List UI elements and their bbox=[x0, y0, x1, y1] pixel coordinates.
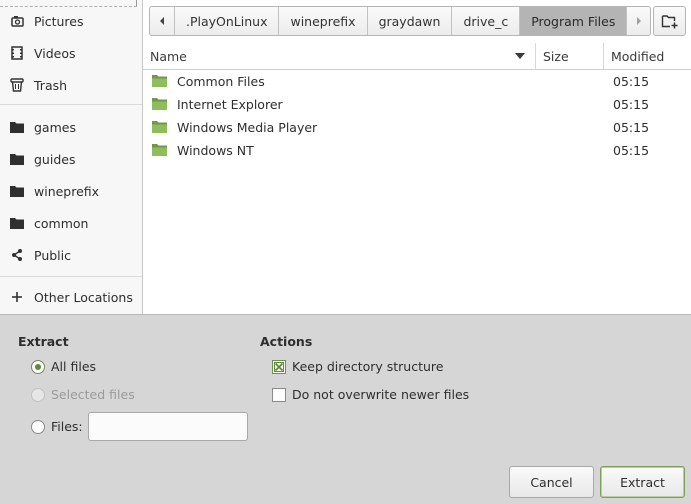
places-sidebar: Pictures Videos Trash games guides winep… bbox=[0, 0, 143, 314]
column-header-modified[interactable]: Modified bbox=[604, 43, 691, 69]
file-modified: 05:15 bbox=[613, 120, 650, 135]
path-segment-wineprefix[interactable]: wineprefix bbox=[278, 7, 366, 35]
radio-button[interactable] bbox=[31, 359, 45, 374]
folder-icon bbox=[151, 143, 168, 160]
file-modified: 05:15 bbox=[613, 74, 650, 89]
checkbox-keep-directory-structure[interactable]: Keep directory structure bbox=[272, 359, 443, 374]
radio-selected-files: Selected files bbox=[31, 387, 135, 402]
folder-icon bbox=[151, 120, 168, 137]
file-row[interactable]: Internet Explorer 05:15 bbox=[143, 93, 691, 116]
sidebar-item-videos[interactable]: Videos bbox=[0, 39, 142, 67]
file-browser: Pictures Videos Trash games guides winep… bbox=[0, 0, 691, 315]
trash-icon bbox=[0, 71, 34, 99]
path-scroll-right-button[interactable] bbox=[626, 7, 650, 35]
file-name: Internet Explorer bbox=[177, 97, 283, 112]
checkbox-do-not-overwrite[interactable]: Do not overwrite newer files bbox=[272, 387, 469, 402]
create-folder-button[interactable] bbox=[653, 6, 686, 36]
column-header-label: Modified bbox=[611, 48, 665, 64]
path-segment-drive-c[interactable]: drive_c bbox=[451, 7, 519, 35]
column-header-label: Size bbox=[543, 48, 569, 64]
extract-section-title: Extract bbox=[18, 334, 69, 349]
film-icon bbox=[0, 39, 34, 67]
sidebar-item-label: guides bbox=[34, 151, 76, 167]
new-folder-icon bbox=[661, 15, 677, 29]
radio-label: Selected files bbox=[51, 387, 135, 402]
path-bar: .PlayOnLinux wineprefix graydawn drive_c… bbox=[149, 6, 652, 36]
chevron-right-icon bbox=[636, 17, 641, 25]
sidebar-item-label: Pictures bbox=[34, 13, 84, 29]
checkbox-label: Do not overwrite newer files bbox=[292, 387, 470, 402]
extract-button[interactable]: Extract bbox=[600, 466, 685, 498]
radio-label: All files bbox=[51, 359, 97, 374]
folder-icon bbox=[0, 177, 34, 205]
column-header-size[interactable]: Size bbox=[536, 43, 604, 69]
column-header-name[interactable]: Name bbox=[143, 43, 536, 69]
file-row[interactable]: Common Files 05:15 bbox=[143, 70, 691, 93]
file-name: Windows NT bbox=[177, 143, 254, 158]
folder-icon bbox=[0, 145, 34, 173]
sidebar-item-wineprefix[interactable]: wineprefix bbox=[0, 177, 142, 205]
sidebar-item-pictures[interactable]: Pictures bbox=[0, 7, 142, 35]
radio-button[interactable] bbox=[31, 419, 45, 434]
camera-icon bbox=[0, 7, 34, 35]
folder-icon bbox=[0, 113, 34, 141]
sidebar-item-common[interactable]: common bbox=[0, 209, 142, 237]
file-list-header: Name Size Modified bbox=[143, 43, 691, 70]
sidebar-item-label: common bbox=[34, 215, 89, 231]
checkbox[interactable] bbox=[272, 359, 286, 374]
radio-files[interactable]: Files: bbox=[31, 419, 83, 434]
actions-section-title: Actions bbox=[260, 334, 313, 349]
sidebar-item-label: Videos bbox=[34, 45, 76, 61]
share-icon bbox=[0, 241, 34, 269]
path-scroll-left-button[interactable] bbox=[150, 7, 174, 35]
sort-descending-icon bbox=[515, 53, 525, 59]
file-modified: 05:15 bbox=[613, 97, 650, 112]
extract-options-panel: Extract All files Selected files Files: … bbox=[0, 315, 691, 504]
sidebar-item-guides[interactable]: guides bbox=[0, 145, 142, 173]
check-x-icon bbox=[274, 361, 284, 372]
file-modified: 05:15 bbox=[613, 143, 650, 158]
sidebar-item-trash[interactable]: Trash bbox=[0, 71, 142, 99]
sidebar-item-other-locations[interactable]: Other Locations bbox=[0, 283, 142, 311]
radio-all-files[interactable]: All files bbox=[31, 359, 96, 374]
folder-icon bbox=[151, 74, 168, 91]
sidebar-separator bbox=[0, 104, 142, 105]
sidebar-item-label: games bbox=[34, 119, 76, 135]
sidebar-item-games[interactable]: games bbox=[0, 113, 142, 141]
checkbox-label: Keep directory structure bbox=[292, 359, 444, 374]
path-segment-program-files[interactable]: Program Files bbox=[519, 7, 627, 35]
sidebar-item-label: Other Locations bbox=[34, 289, 133, 305]
folder-icon bbox=[0, 209, 34, 237]
sidebar-item-label: Trash bbox=[34, 77, 68, 93]
file-row[interactable]: Windows Media Player 05:15 bbox=[143, 116, 691, 139]
sidebar-item-label: Public bbox=[34, 247, 71, 263]
folder-icon bbox=[151, 97, 168, 114]
file-name: Windows Media Player bbox=[177, 120, 318, 135]
checkbox[interactable] bbox=[272, 387, 286, 402]
file-name: Common Files bbox=[177, 74, 265, 89]
cancel-button[interactable]: Cancel bbox=[509, 466, 594, 498]
path-segment-graydawn[interactable]: graydawn bbox=[366, 7, 452, 35]
column-header-label: Name bbox=[150, 48, 187, 64]
sidebar-item-label: wineprefix bbox=[34, 183, 100, 199]
radio-label: Files: bbox=[51, 419, 83, 434]
path-segment-playonlinux[interactable]: .PlayOnLinux bbox=[174, 7, 278, 35]
file-row[interactable]: Windows NT 05:15 bbox=[143, 139, 691, 162]
sidebar-item-public[interactable]: Public bbox=[0, 241, 142, 269]
plus-icon bbox=[0, 283, 34, 311]
files-pattern-input[interactable] bbox=[88, 412, 248, 441]
radio-button bbox=[31, 387, 45, 402]
chevron-left-icon bbox=[160, 17, 164, 25]
sidebar-separator bbox=[0, 276, 142, 277]
